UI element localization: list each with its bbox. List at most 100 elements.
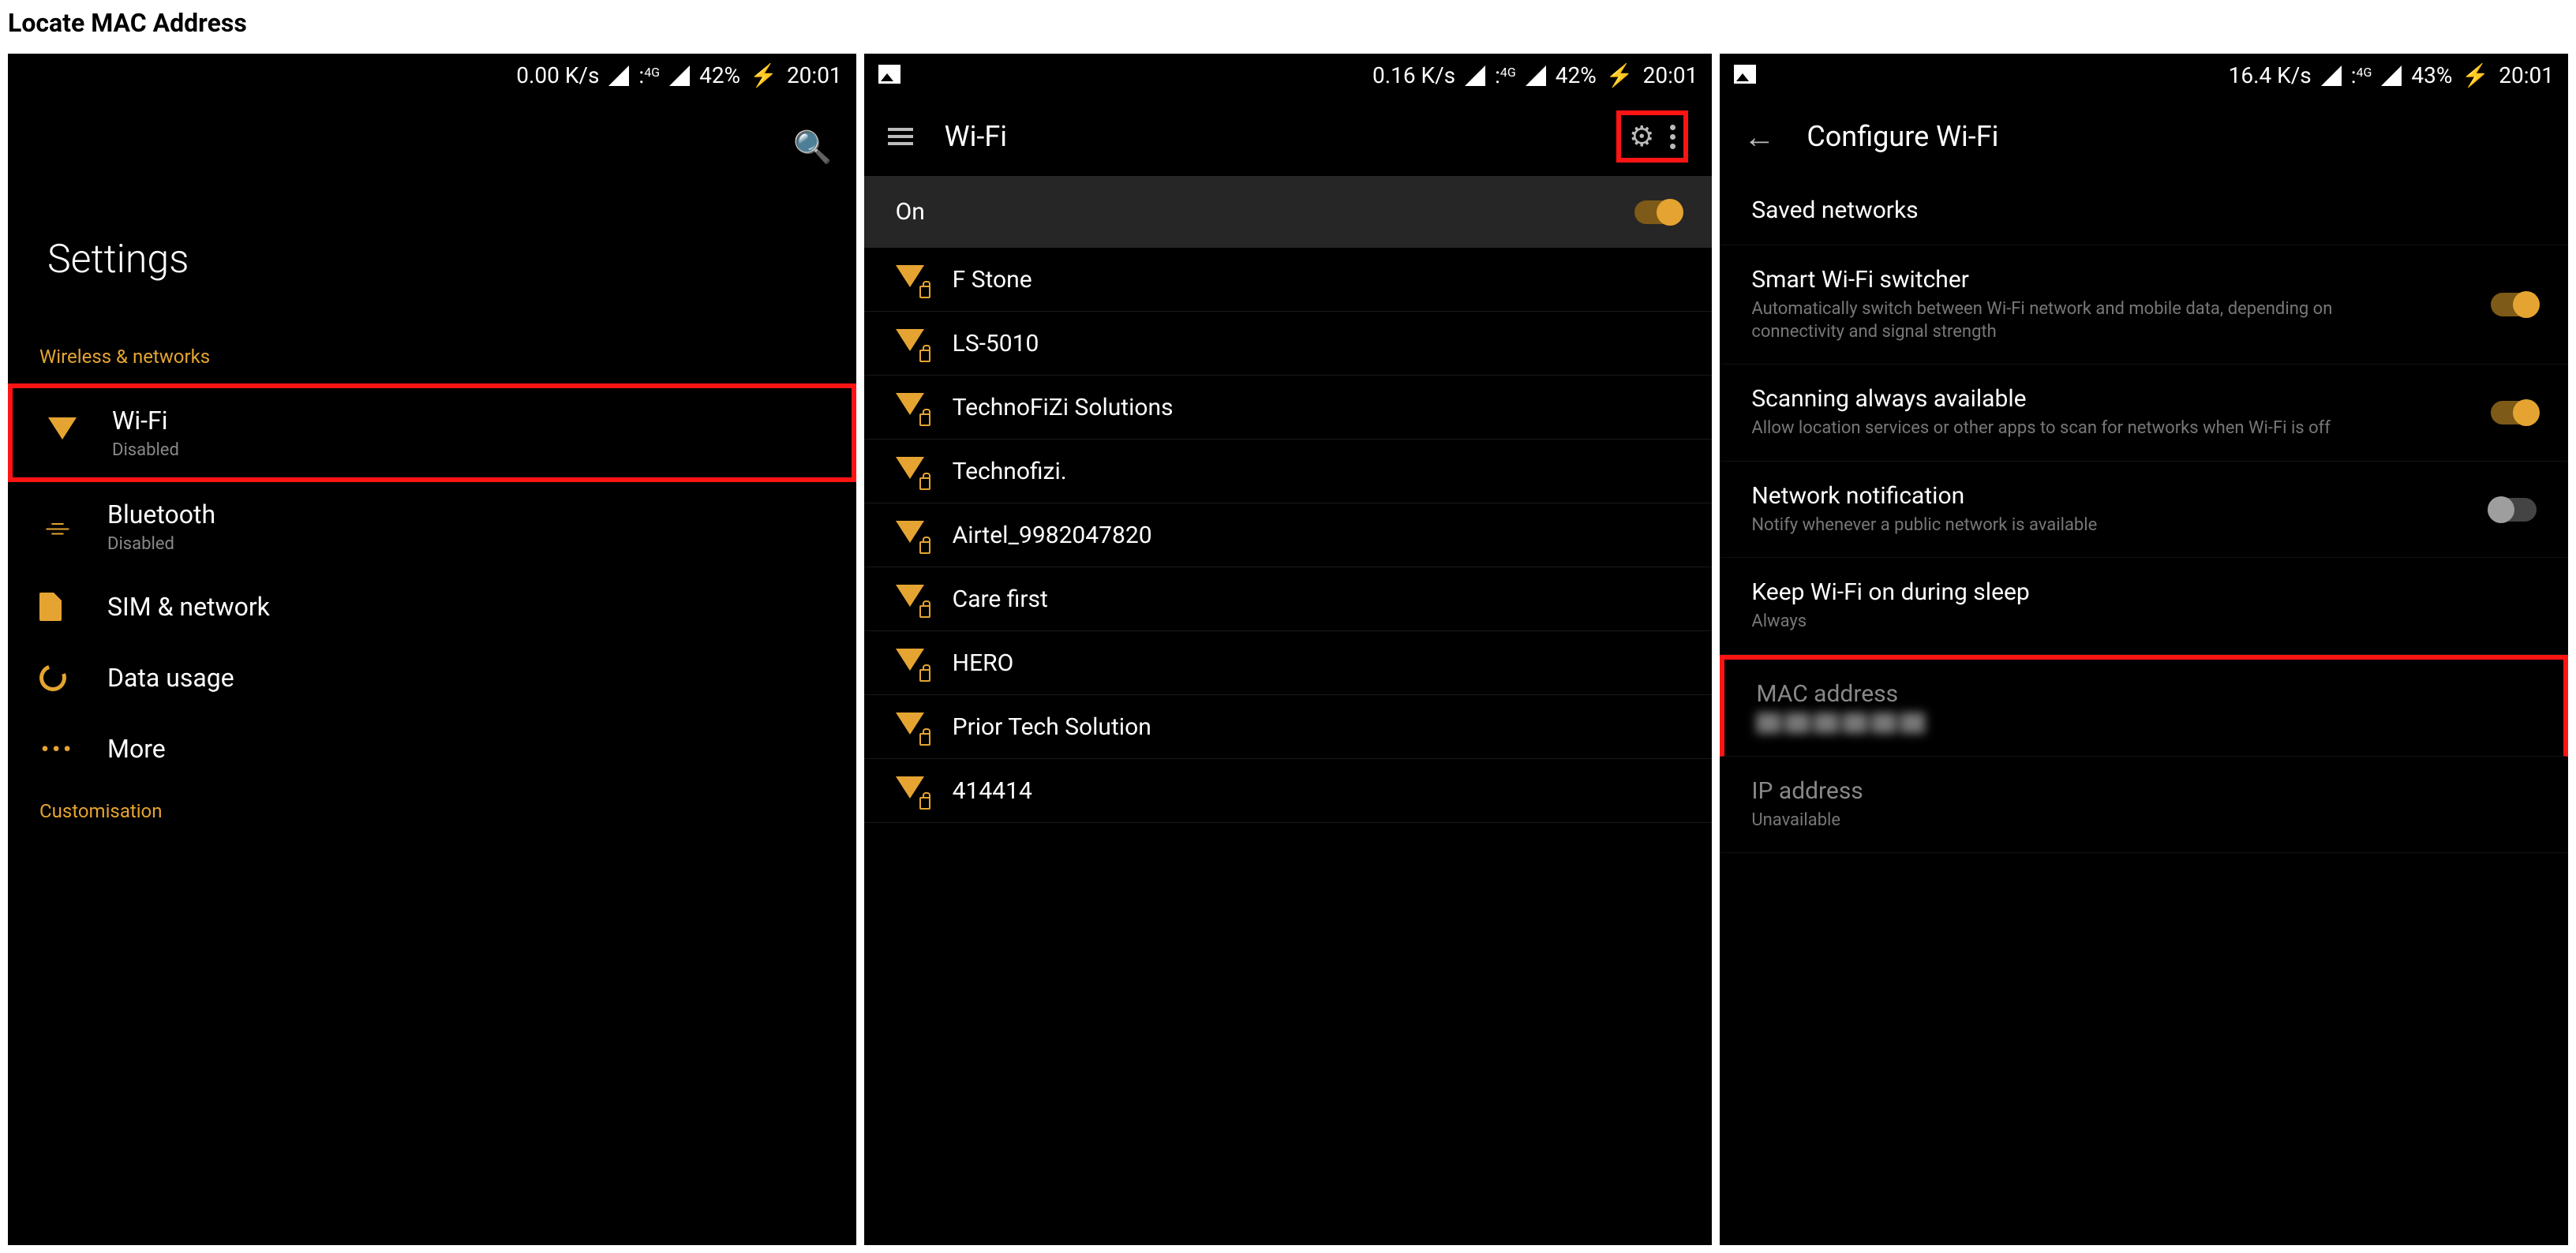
status-bar: 0.00 K/s :4G 42% ⚡ 20:01 — [8, 54, 856, 97]
signal-icon — [608, 65, 629, 86]
signal-icon — [2321, 65, 2342, 86]
status-time: 20:01 — [787, 62, 842, 88]
network-name: Technofizi. — [953, 458, 1067, 485]
status-battery: 42% — [699, 62, 740, 88]
network-name: F Stone — [953, 266, 1032, 294]
wifi-network-item[interactable]: Care first — [864, 567, 1713, 631]
charging-icon: ⚡ — [1606, 62, 1634, 88]
wifi-icon — [896, 713, 924, 741]
more-item[interactable]: ••• More — [8, 713, 856, 784]
wifi-sub: Disabled — [112, 440, 179, 460]
lock-icon — [919, 605, 930, 618]
scanning-toggle[interactable] — [2491, 401, 2537, 425]
wifi-icon — [896, 457, 924, 485]
wifi-icon — [896, 585, 924, 613]
hamburger-icon[interactable] — [888, 124, 913, 149]
search-icon[interactable]: 🔍 — [793, 129, 833, 166]
smart-wifi-item[interactable]: Smart Wi-Fi switcher Automatically switc… — [1720, 245, 2568, 365]
data-usage-icon — [35, 660, 70, 695]
screenshot-indicator-icon — [1734, 65, 1756, 84]
gear-icon[interactable]: ⚙ — [1629, 120, 1654, 153]
sim-item[interactable]: SIM & network — [8, 571, 856, 642]
wifi-item[interactable]: Wi-Fi Disabled — [8, 383, 856, 482]
data-usage-item[interactable]: Data usage — [8, 642, 856, 713]
saved-networks-item[interactable]: Saved networks — [1720, 176, 2568, 245]
appbar-title: Wi-Fi — [945, 120, 1585, 153]
section-customisation: Customisation — [8, 784, 856, 838]
wifi-icon — [896, 649, 924, 677]
saved-networks-label: Saved networks — [1751, 196, 2537, 224]
smart-wifi-toggle[interactable] — [2491, 293, 2537, 316]
charging-icon: ⚡ — [750, 62, 777, 88]
notif-title: Network notification — [1751, 482, 2097, 510]
charging-icon: ⚡ — [2462, 62, 2489, 88]
signal-icon-2 — [2381, 65, 2402, 86]
scanning-item[interactable]: Scanning always available Allow location… — [1720, 365, 2568, 462]
screenshot-wifi-list: 0.16 K/s :4G 42% ⚡ 20:01 Wi-Fi ⚙ On F St… — [864, 54, 1713, 1245]
on-label: On — [896, 198, 925, 226]
back-arrow-icon[interactable]: ← — [1743, 118, 1775, 155]
wifi-network-item[interactable]: HERO — [864, 631, 1713, 695]
mac-title: MAC address — [1756, 680, 2532, 708]
wifi-network-item[interactable]: 414414 — [864, 759, 1713, 823]
network-notification-item[interactable]: Network notification Notify whenever a p… — [1720, 462, 2568, 559]
wifi-icon — [896, 265, 924, 294]
network-name: Prior Tech Solution — [953, 713, 1151, 741]
network-name: Care first — [953, 585, 1048, 613]
screenshot-settings: 0.00 K/s :4G 42% ⚡ 20:01 🔍 Settings Wire… — [8, 54, 856, 1245]
network-name: LS-5010 — [953, 330, 1039, 357]
status-speed: 0.00 K/s — [516, 62, 599, 88]
sim-label: SIM & network — [107, 592, 270, 622]
ip-title: IP address — [1751, 777, 2537, 805]
bluetooth-item[interactable]: ⌯ Bluetooth Disabled — [8, 482, 856, 571]
status-battery: 43% — [2411, 62, 2452, 88]
wifi-network-item[interactable]: Technofizi. — [864, 439, 1713, 503]
keep-wifi-sleep-item[interactable]: Keep Wi-Fi on during sleep Always — [1720, 558, 2568, 655]
wifi-icon — [896, 776, 924, 805]
notif-sub: Notify whenever a public network is avai… — [1751, 514, 2097, 537]
status-net: :4G — [2351, 62, 2372, 88]
status-net: :4G — [638, 62, 660, 88]
scanning-title: Scanning always available — [1751, 385, 2331, 413]
status-speed: 0.16 K/s — [1372, 62, 1455, 88]
bluetooth-sub: Disabled — [107, 534, 215, 554]
bluetooth-label: Bluetooth — [107, 499, 215, 529]
status-time: 20:01 — [2499, 62, 2554, 88]
wifi-icon — [896, 393, 924, 421]
wifi-network-item[interactable]: Prior Tech Solution — [864, 695, 1713, 759]
appbar-title: Configure Wi-Fi — [1807, 120, 2544, 153]
smart-wifi-sub: Automatically switch between Wi-Fi netwo… — [1751, 298, 2398, 343]
status-bar: 0.16 K/s :4G 42% ⚡ 20:01 — [864, 54, 1713, 97]
app-bar: ← Configure Wi-Fi — [1720, 97, 2568, 176]
screenshot-configure-wifi: 16.4 K/s :4G 43% ⚡ 20:01 ← Configure Wi-… — [1720, 54, 2568, 1245]
more-icon: ••• — [41, 736, 74, 762]
lock-icon — [919, 797, 930, 810]
bluetooth-icon: ⌯ — [46, 510, 69, 544]
status-net: :4G — [1495, 62, 1516, 88]
wifi-network-item[interactable]: TechnoFiZi Solutions — [864, 376, 1713, 439]
signal-icon-2 — [1526, 65, 1546, 86]
status-speed: 16.4 K/s — [2229, 62, 2312, 88]
lock-icon — [919, 733, 930, 746]
mac-value: ██:██:██:██:██:██ — [1756, 713, 2403, 735]
sim-icon — [39, 593, 62, 621]
notif-toggle[interactable] — [2491, 498, 2537, 522]
section-wireless-networks: Wireless & networks — [8, 330, 856, 383]
lock-icon — [919, 286, 930, 298]
lock-icon — [919, 413, 930, 426]
wifi-toggle[interactable] — [1634, 200, 1680, 224]
wifi-network-item[interactable]: Airtel_9982047820 — [864, 503, 1713, 567]
network-name: Airtel_9982047820 — [953, 522, 1152, 549]
signal-icon — [1465, 65, 1485, 86]
wifi-network-item[interactable]: LS-5010 — [864, 312, 1713, 376]
overflow-icon[interactable] — [1670, 125, 1676, 149]
signal-icon-2 — [669, 65, 690, 86]
status-bar: 16.4 K/s :4G 43% ⚡ 20:01 — [1720, 54, 2568, 97]
wifi-network-item[interactable]: F Stone — [864, 248, 1713, 312]
data-usage-label: Data usage — [107, 663, 234, 693]
ip-value: Unavailable — [1751, 810, 2398, 832]
smart-wifi-title: Smart Wi-Fi switcher — [1751, 266, 2398, 294]
sleep-title: Keep Wi-Fi on during sleep — [1751, 578, 2537, 606]
wifi-on-row[interactable]: On — [864, 176, 1713, 248]
wifi-icon — [48, 417, 77, 446]
